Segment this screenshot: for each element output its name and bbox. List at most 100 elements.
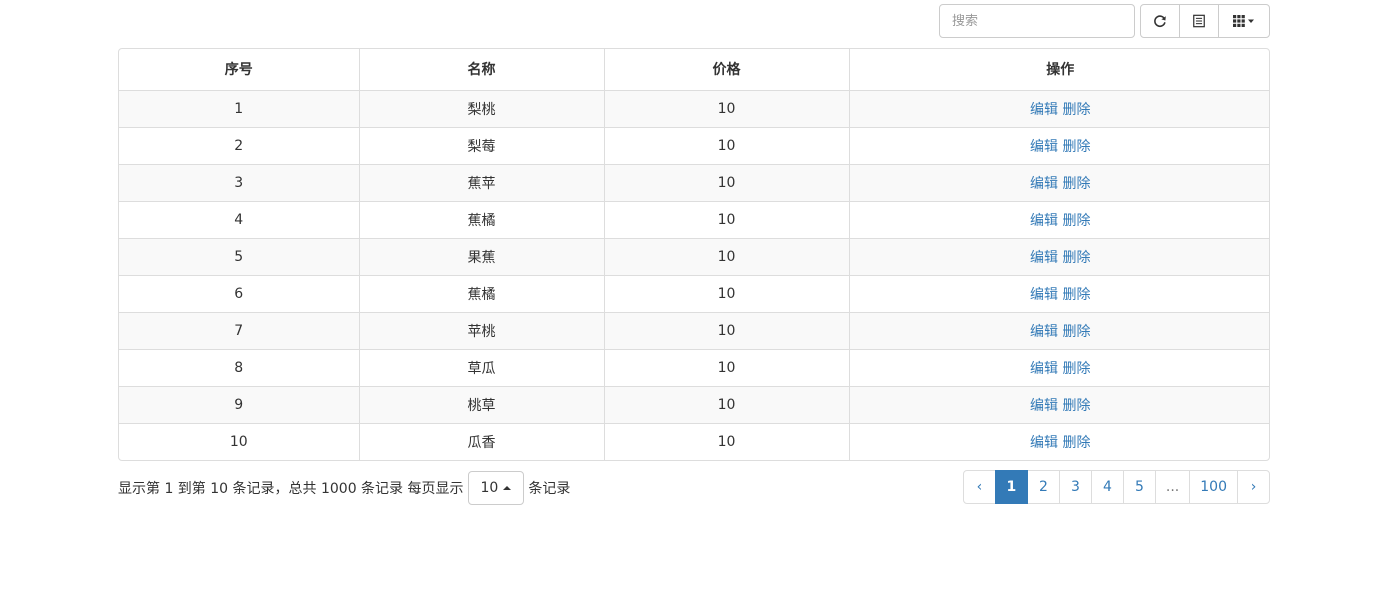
toggle-view-button[interactable] bbox=[1179, 4, 1219, 38]
edit-link[interactable]: 编辑 bbox=[1030, 102, 1058, 118]
cell-price: 10 bbox=[603, 311, 849, 349]
cell-price: 10 bbox=[603, 274, 849, 312]
cell-actions: 编辑 删除 bbox=[848, 126, 1269, 164]
cell-id: 10 bbox=[119, 422, 359, 460]
cell-name: 果蕉 bbox=[358, 237, 604, 275]
cell-actions: 编辑 删除 bbox=[848, 311, 1269, 349]
edit-link[interactable]: 编辑 bbox=[1030, 176, 1058, 192]
edit-link[interactable]: 编辑 bbox=[1030, 287, 1058, 303]
cell-actions: 编辑 删除 bbox=[848, 348, 1269, 386]
edit-link[interactable]: 编辑 bbox=[1030, 435, 1058, 451]
delete-link[interactable]: 删除 bbox=[1062, 139, 1090, 155]
cell-name: 草瓜 bbox=[358, 348, 604, 386]
columns-dropdown-button[interactable] bbox=[1218, 4, 1270, 38]
page-button-3[interactable]: 3 bbox=[1058, 470, 1092, 504]
cell-name: 蕉橘 bbox=[358, 200, 604, 238]
cell-id: 7 bbox=[119, 311, 359, 349]
edit-link[interactable]: 编辑 bbox=[1030, 361, 1058, 377]
page-button-5[interactable]: 5 bbox=[1122, 470, 1156, 504]
cell-id: 3 bbox=[119, 163, 359, 201]
table-row: 3 蕉苹 10 编辑 删除 bbox=[119, 163, 1269, 201]
cell-actions: 编辑 删除 bbox=[848, 90, 1269, 127]
table-row: 8 草瓜 10 编辑 删除 bbox=[119, 348, 1269, 386]
table-row: 10 瓜香 10 编辑 删除 bbox=[119, 422, 1269, 460]
edit-link[interactable]: 编辑 bbox=[1030, 324, 1058, 340]
prev-page-button[interactable]: ‹ bbox=[962, 470, 996, 504]
edit-link[interactable]: 编辑 bbox=[1030, 213, 1058, 229]
search-input[interactable] bbox=[939, 4, 1135, 38]
delete-link[interactable]: 删除 bbox=[1062, 213, 1090, 229]
cell-name: 桃草 bbox=[358, 385, 604, 423]
column-header-id[interactable]: 序号 bbox=[119, 49, 359, 91]
cell-actions: 编辑 删除 bbox=[848, 237, 1269, 275]
table-row: 5 果蕉 10 编辑 删除 bbox=[119, 237, 1269, 275]
cell-actions: 编辑 删除 bbox=[848, 385, 1269, 423]
cell-name: 梨莓 bbox=[358, 126, 604, 164]
refresh-icon bbox=[1154, 15, 1166, 27]
cell-name: 蕉橘 bbox=[358, 274, 604, 312]
table-row: 4 蕉橘 10 编辑 删除 bbox=[119, 200, 1269, 238]
pagination-ellipsis: ... bbox=[1154, 470, 1191, 504]
cell-actions: 编辑 删除 bbox=[848, 163, 1269, 201]
cell-actions: 编辑 删除 bbox=[848, 200, 1269, 238]
cell-price: 10 bbox=[603, 237, 849, 275]
cell-name: 梨桃 bbox=[358, 90, 604, 127]
cell-id: 8 bbox=[119, 348, 359, 386]
cell-price: 10 bbox=[603, 163, 849, 201]
refresh-button[interactable] bbox=[1140, 4, 1180, 38]
delete-link[interactable]: 删除 bbox=[1062, 324, 1090, 340]
cell-name: 蕉苹 bbox=[358, 163, 604, 201]
cell-price: 10 bbox=[603, 422, 849, 460]
columns-grid-icon bbox=[1233, 15, 1254, 27]
cell-actions: 编辑 删除 bbox=[848, 274, 1269, 312]
cell-id: 6 bbox=[119, 274, 359, 312]
page-button-1[interactable]: 1 bbox=[994, 470, 1028, 504]
cell-price: 10 bbox=[603, 90, 849, 127]
caret-up-icon bbox=[503, 486, 512, 490]
column-header-price[interactable]: 价格 bbox=[603, 49, 849, 91]
record-suffix: 条记录 bbox=[528, 481, 571, 497]
table-header-row: 序号 名称 价格 操作 bbox=[119, 49, 1269, 91]
page-button-4[interactable]: 4 bbox=[1090, 470, 1124, 504]
delete-link[interactable]: 删除 bbox=[1062, 398, 1090, 414]
delete-link[interactable]: 删除 bbox=[1062, 435, 1090, 451]
cell-id: 4 bbox=[119, 200, 359, 238]
delete-link[interactable]: 删除 bbox=[1062, 176, 1090, 192]
cell-name: 瓜香 bbox=[358, 422, 604, 460]
delete-link[interactable]: 删除 bbox=[1062, 287, 1090, 303]
table-row: 6 蕉橘 10 编辑 删除 bbox=[119, 274, 1269, 312]
list-alt-icon bbox=[1193, 14, 1205, 28]
cell-id: 2 bbox=[119, 126, 359, 164]
cell-price: 10 bbox=[603, 385, 849, 423]
column-header-actions[interactable]: 操作 bbox=[848, 49, 1269, 91]
page-button-2[interactable]: 2 bbox=[1026, 470, 1060, 504]
table-row: 2 梨莓 10 编辑 删除 bbox=[119, 126, 1269, 164]
next-page-button[interactable]: › bbox=[1237, 470, 1270, 504]
cell-id: 5 bbox=[119, 237, 359, 275]
delete-link[interactable]: 删除 bbox=[1062, 250, 1090, 266]
cell-price: 10 bbox=[603, 126, 849, 164]
cell-price: 10 bbox=[603, 348, 849, 386]
cell-actions: 编辑 删除 bbox=[848, 422, 1269, 460]
pagination-info: 显示第 1 到第 10 条记录，总共 1000 条记录 每页显示 10 条记录 bbox=[118, 471, 570, 505]
edit-link[interactable]: 编辑 bbox=[1030, 398, 1058, 414]
cell-id: 1 bbox=[119, 90, 359, 127]
record-summary: 显示第 1 到第 10 条记录，总共 1000 条记录 每页显示 bbox=[118, 481, 464, 497]
delete-link[interactable]: 删除 bbox=[1062, 361, 1090, 377]
table-row: 9 桃草 10 编辑 删除 bbox=[119, 385, 1269, 423]
page-button-100[interactable]: 100 bbox=[1189, 470, 1238, 504]
cell-id: 9 bbox=[119, 385, 359, 423]
column-header-name[interactable]: 名称 bbox=[358, 49, 604, 91]
table-row: 7 苹桃 10 编辑 删除 bbox=[119, 311, 1269, 349]
toolbar-button-group bbox=[1140, 4, 1270, 38]
edit-link[interactable]: 编辑 bbox=[1030, 139, 1058, 155]
table-toolbar bbox=[939, 4, 1270, 38]
data-table: 序号 名称 价格 操作 1 梨桃 10 编辑 删除 2 梨莓 10 编辑 删除 3 蕉苹 10 编辑 … bbox=[118, 48, 1270, 461]
edit-link[interactable]: 编辑 bbox=[1030, 250, 1058, 266]
delete-link[interactable]: 删除 bbox=[1062, 102, 1090, 118]
pagination: ‹ 1 2 3 4 5... 100 › bbox=[962, 470, 1270, 504]
cell-name: 苹桃 bbox=[358, 311, 604, 349]
table-row: 1 梨桃 10 编辑 删除 bbox=[119, 90, 1269, 127]
page-size-dropdown[interactable]: 10 bbox=[467, 471, 525, 505]
page-size-value: 10 bbox=[480, 480, 499, 496]
